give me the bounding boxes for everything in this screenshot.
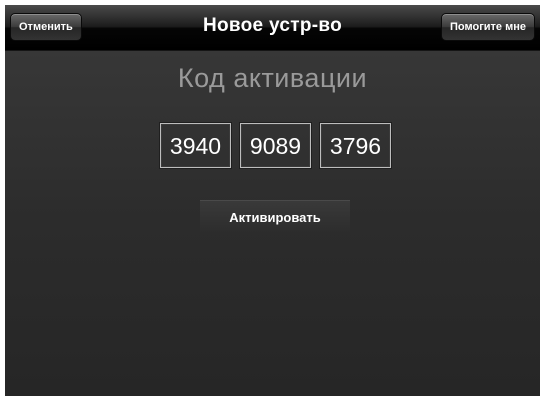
- code-part-3: 3796: [320, 123, 391, 168]
- activation-code-heading: Код активации: [177, 63, 368, 93]
- activation-code: 3940 9089 3796: [160, 123, 400, 173]
- code-part-2: 9089: [240, 123, 311, 168]
- navigation-bar: Новое устр-во Отменить Помогите мне: [5, 5, 540, 51]
- device-screen: Новое устр-во Отменить Помогите мне Код …: [5, 5, 540, 396]
- help-button[interactable]: Помогите мне: [441, 13, 535, 41]
- code-part-1: 3940: [160, 123, 231, 168]
- cancel-button[interactable]: Отменить: [10, 13, 82, 41]
- activate-button[interactable]: Активировать: [200, 200, 350, 235]
